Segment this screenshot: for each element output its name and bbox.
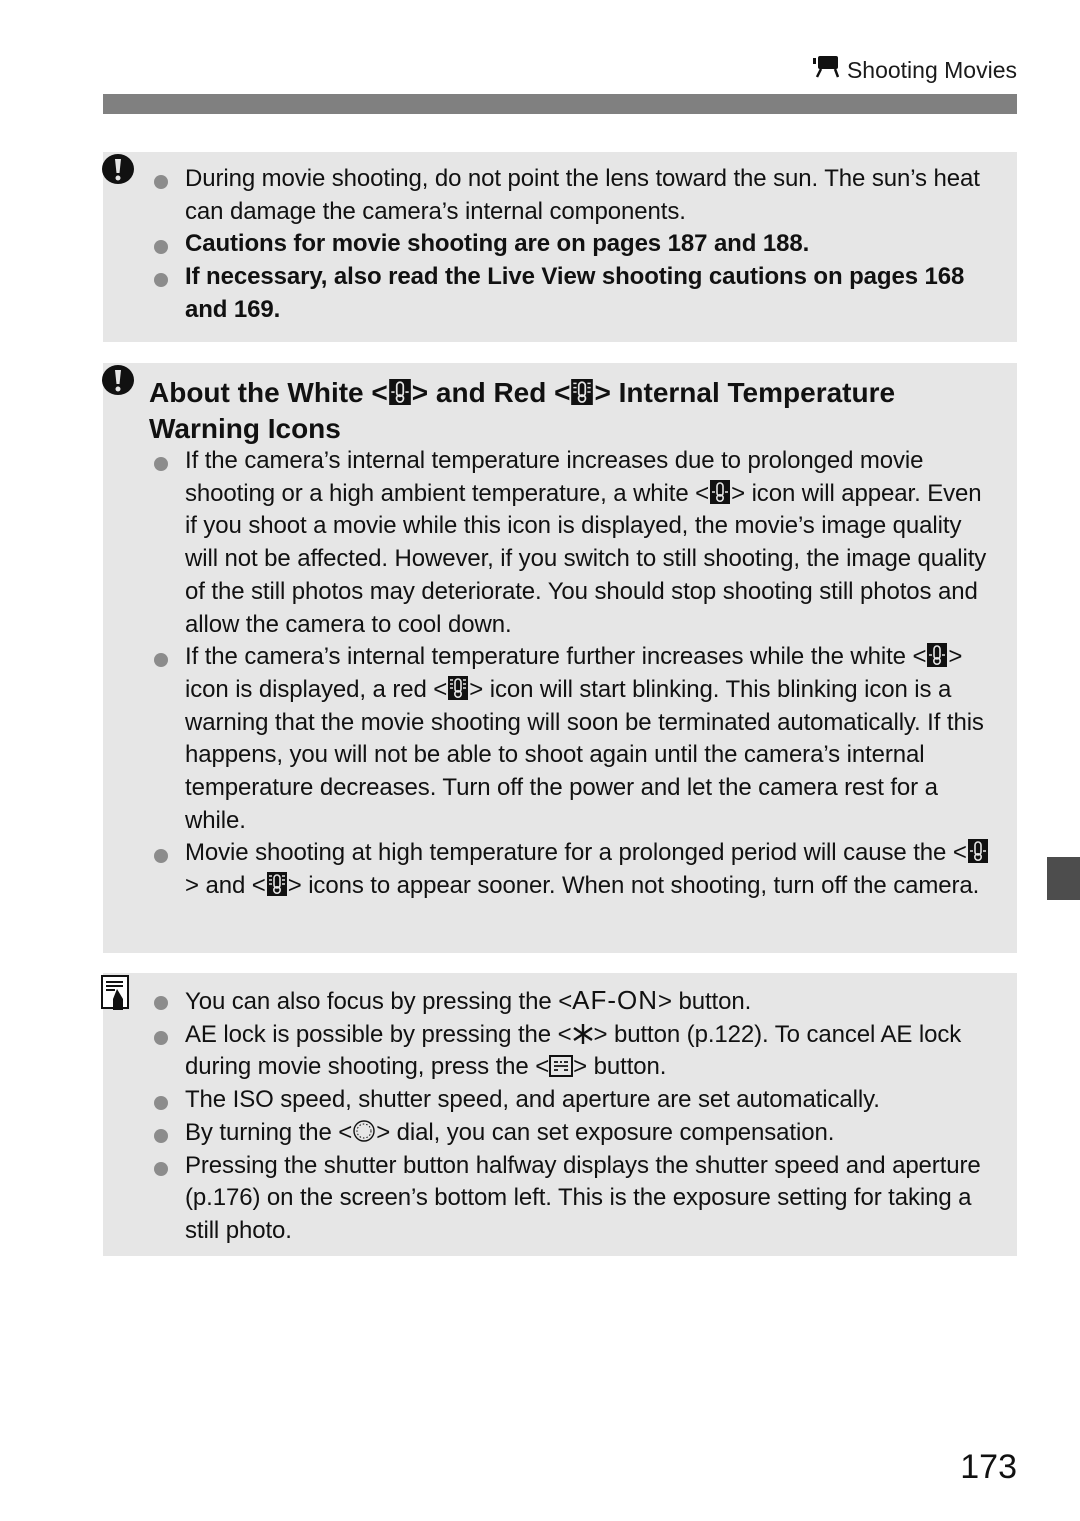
red-temperature-warning-icon (266, 872, 287, 897)
header-bar (103, 94, 1017, 114)
temperature-warning-box: About the White < > and Red < > Internal T… (101, 363, 1017, 953)
list-item: If the camera’s internal temperature inc… (154, 445, 997, 641)
item-text: AE lock is possible by pressing the < (185, 1020, 572, 1048)
caution-icon (101, 154, 135, 191)
memo-icon (101, 975, 131, 1016)
heading-text: About the White < (149, 377, 388, 408)
list-item: Pressing the shutter button halfway disp… (154, 1150, 997, 1248)
list-item: During movie shooting, do not point the … (154, 163, 997, 228)
item-text: Movie shooting at high temperature for a… (185, 839, 967, 867)
item-text: > icons to appear sooner. When not shoot… (287, 872, 980, 900)
movie-camera-icon (812, 56, 840, 84)
section-heading: About the White < > and Red < > Internal T… (149, 375, 969, 447)
af-on-button-symbol: AF-ON (572, 985, 658, 1015)
quick-control-dial-icon (352, 1119, 376, 1143)
white-temperature-warning-icon (967, 839, 988, 864)
white-temperature-warning-icon (927, 643, 948, 668)
list-item: If necessary, also read the Live View sh… (154, 261, 997, 326)
caution-list: During movie shooting, do not point the … (154, 163, 997, 327)
ae-lock-asterisk-icon (572, 1023, 594, 1045)
list-item: You can also focus by pressing the <AF-O… (154, 984, 997, 1019)
temperature-warning-list: If the camera’s internal temperature inc… (154, 445, 997, 903)
list-item: The ISO speed, shutter speed, and apertu… (154, 1084, 997, 1117)
item-text: > button. (573, 1053, 667, 1081)
chapter-thumb-tab (1047, 857, 1080, 900)
multi-function-button-icon (549, 1055, 574, 1078)
section-title: Shooting Movies (846, 56, 1017, 83)
note-box: You can also focus by pressing the <AF-O… (101, 973, 1017, 1256)
item-text: > and < (185, 872, 266, 900)
list-item: If the camera’s internal temperature fur… (154, 641, 997, 837)
item-text: You can also focus by pressing the < (185, 988, 573, 1015)
item-text: > dial, you can set exposure compensatio… (376, 1118, 835, 1146)
red-temperature-warning-icon (571, 379, 594, 405)
item-text: By turning the < (185, 1118, 353, 1146)
list-item: AE lock is possible by pressing the < > b… (154, 1019, 997, 1084)
item-text: > button. (658, 988, 752, 1015)
white-temperature-warning-icon (710, 479, 731, 504)
list-item: Cautions for movie shooting are on pages… (154, 228, 997, 261)
red-temperature-warning-icon (448, 675, 469, 700)
heading-text: > and Red < (411, 377, 571, 408)
item-text: If the camera’s internal temperature fur… (185, 643, 927, 671)
caution-box: During movie shooting, do not point the … (101, 152, 1017, 342)
list-item: Movie shooting at high temperature for a… (154, 837, 997, 902)
list-item: By turning the < > dial, you can set expo… (154, 1117, 997, 1150)
note-list: You can also focus by pressing the <AF-O… (154, 984, 997, 1248)
white-temperature-warning-icon (388, 379, 411, 405)
page-number: 173 (960, 1448, 1017, 1486)
running-header: Shooting Movies (812, 56, 1017, 84)
caution-icon (101, 365, 135, 402)
